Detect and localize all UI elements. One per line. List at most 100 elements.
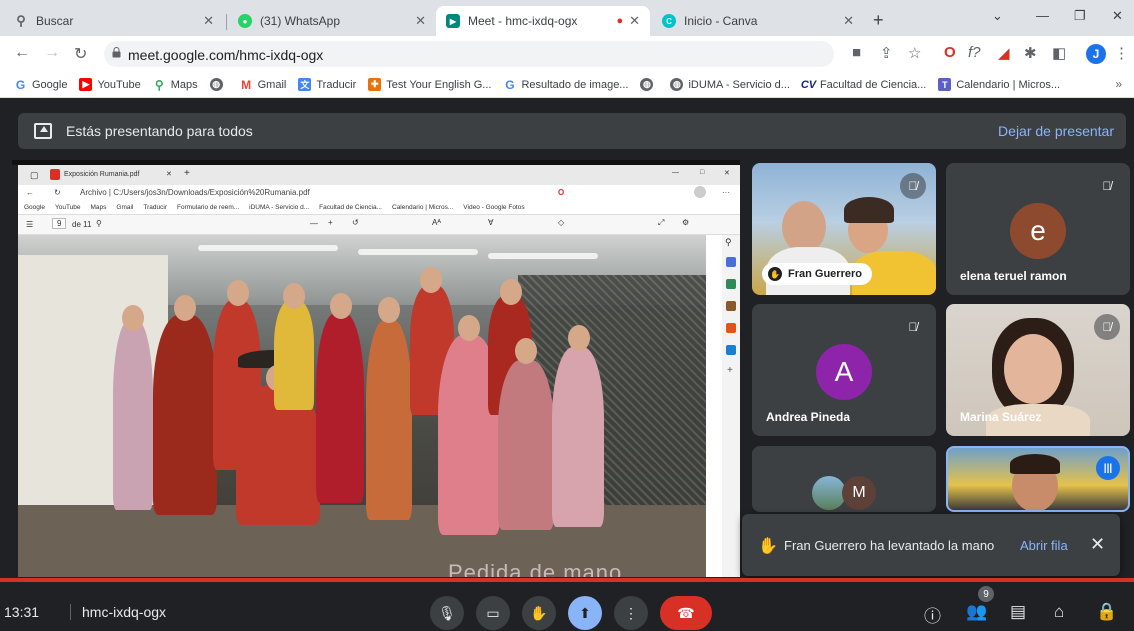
- forward-icon[interactable]: →: [44, 44, 60, 62]
- close-window-icon[interactable]: ✕: [1112, 8, 1123, 24]
- close-icon[interactable]: ✕: [629, 13, 640, 29]
- bookmarks-bar: G Google ▶ YouTube ⚲ Maps ◍ M Gmail 文 Traduci…: [0, 72, 1134, 98]
- raise-hand-button[interactable]: ✋: [522, 596, 556, 630]
- end-call-button[interactable]: ☎: [660, 596, 712, 630]
- profile-avatar[interactable]: J: [1086, 44, 1106, 64]
- bookmark-globe[interactable]: ◍: [209, 78, 228, 91]
- google-icon: G: [505, 77, 515, 92]
- raised-hand-toast: ✋ Fran Guerrero ha levantado la mano Abr…: [742, 514, 1120, 576]
- tab-buscar[interactable]: ⚲ Buscar ✕: [4, 6, 224, 36]
- fullscreen-icon: ⤢: [658, 218, 665, 227]
- bookmark-globe-2[interactable]: ◍: [640, 78, 658, 91]
- bookmark-facultad[interactable]: CV Facultad de Ciencia...: [800, 78, 927, 91]
- camera-button[interactable]: ▭: [476, 596, 510, 630]
- bookmark-traducir[interactable]: 文 Traducir: [298, 78, 356, 91]
- people-icon[interactable]: 👥: [966, 602, 987, 622]
- tab-canva[interactable]: C Inicio - Canva ✕: [652, 6, 864, 36]
- video-camera-icon: ▭: [486, 604, 500, 621]
- bookmark-youtube[interactable]: ▶ YouTube: [79, 78, 141, 91]
- pdf-page-total: de 11: [72, 220, 92, 229]
- browser-tab-strip: ⚲ Buscar ✕ ● (31) WhatsApp ✕ ▶ Meet - hm…: [0, 0, 1134, 36]
- side-panel-icon[interactable]: ◧: [1052, 44, 1066, 62]
- info-icon[interactable]: ⓘ: [924, 602, 941, 627]
- bookmark-label: Facultad de Ciencia...: [819, 78, 927, 91]
- shared-bookmark: YouTube: [54, 204, 81, 211]
- mic-off-icon: 🎙̸: [1094, 314, 1120, 340]
- zoom-out-icon: —: [310, 219, 318, 228]
- reload-icon[interactable]: ↻: [74, 44, 87, 64]
- bookmark-maps[interactable]: ⚲ Maps: [153, 78, 198, 92]
- bookmark-iduma[interactable]: ◍ iDUMA - Servicio d...: [670, 78, 790, 91]
- back-icon[interactable]: ←: [14, 44, 30, 62]
- mic-icon: 🎙: [438, 604, 456, 621]
- activities-icon[interactable]: ⌂: [1054, 602, 1064, 622]
- translate-icon: 文: [298, 78, 312, 91]
- slide-caption: Pedida de mano: [448, 560, 623, 577]
- shared-bookmark: Google: [24, 204, 45, 211]
- participant-tile-fran-guerrero[interactable]: 🎙̸ ✋ Fran Guerrero: [752, 163, 936, 295]
- shared-file-path: Archivo | C:/Users/jos3n/Downloads/Expos…: [80, 188, 310, 197]
- participant-name: Marina Suárez: [960, 410, 1042, 424]
- menu-kebab-icon[interactable]: ⋮: [1114, 44, 1129, 62]
- pdf-icon: [50, 169, 60, 180]
- bookmark-resultado[interactable]: G Resultado de image...: [503, 77, 629, 92]
- tab-title: Inicio - Canva: [684, 14, 758, 28]
- restore-icon[interactable]: ❐: [1074, 8, 1086, 24]
- close-icon[interactable]: ✕: [415, 13, 426, 29]
- participant-tile-m[interactable]: M: [752, 446, 936, 512]
- more-bookmarks-icon[interactable]: »: [1115, 77, 1122, 91]
- shared-window-icon: ▢: [30, 170, 39, 180]
- participant-tile-elena[interactable]: 🎙̸ e elena teruel ramon: [946, 163, 1130, 295]
- opera-extension-icon[interactable]: O: [944, 44, 956, 61]
- bookmark-label: Google: [32, 78, 68, 91]
- opera-extension-icon: O: [558, 188, 565, 197]
- bookmark-label: Resultado de image...: [521, 78, 629, 91]
- microphone-button[interactable]: 🎙: [430, 596, 464, 630]
- host-controls-icon[interactable]: 🔒: [1096, 602, 1117, 622]
- pdf-page-input: 9: [52, 218, 67, 229]
- open-queue-button[interactable]: Abrir fila: [1020, 538, 1068, 553]
- globe-icon: ◍: [670, 78, 684, 91]
- edge-sidebar: ⚲ +: [722, 235, 740, 577]
- add-icon: +: [727, 365, 733, 376]
- close-icon[interactable]: ✕: [1090, 534, 1105, 555]
- participant-tile-andrea[interactable]: 🎙̸ A Andrea Pineda: [752, 304, 936, 436]
- minimize-icon[interactable]: —: [1036, 8, 1049, 23]
- formula-extension-icon[interactable]: f?: [968, 44, 981, 61]
- address-bar[interactable]: meet.google.com/hmc-ixdq-ogx: [104, 41, 834, 67]
- tab-meet[interactable]: ▶ Meet - hmc-ixdq-ogx ● ✕: [436, 6, 650, 36]
- shared-tab-title: Exposición Rumania.pdf: [64, 171, 140, 178]
- hand-icon: ✋: [530, 604, 548, 621]
- new-tab-icon[interactable]: +: [873, 10, 884, 31]
- tab-title: (31) WhatsApp: [260, 14, 341, 28]
- shared-bookmark: Calendario | Micros...: [392, 204, 454, 211]
- camera-icon[interactable]: ■: [852, 44, 861, 61]
- tab-whatsapp[interactable]: ● (31) WhatsApp ✕: [228, 6, 436, 36]
- present-button[interactable]: ⬆: [568, 596, 602, 630]
- participant-name: elena teruel ramon: [960, 269, 1067, 283]
- tab-search-chevron-icon[interactable]: ⌄: [992, 8, 1003, 24]
- stop-presenting-button[interactable]: Dejar de presentar: [998, 123, 1114, 139]
- restore-icon: □: [700, 169, 705, 176]
- settings-icon: ⚙: [682, 218, 690, 227]
- tag-extension-icon[interactable]: ◢: [998, 44, 1010, 62]
- bookmark-calendario[interactable]: T Calendario | Micros...: [938, 78, 1060, 91]
- close-icon[interactable]: ✕: [203, 13, 214, 29]
- read-aloud-icon: Aᴬ: [432, 218, 441, 227]
- cv-logo-icon: CV: [800, 78, 817, 91]
- more-options-button[interactable]: ⋮: [614, 596, 648, 630]
- participant-tile-self[interactable]: |||: [946, 446, 1130, 512]
- close-icon[interactable]: ✕: [843, 13, 854, 29]
- share-icon[interactable]: ⇪: [880, 44, 893, 62]
- bookmark-google[interactable]: G Google: [14, 78, 68, 92]
- bookmark-test-english[interactable]: ✚ Test Your English G...: [368, 78, 491, 91]
- draw-icon: ∀: [488, 218, 494, 227]
- bookmark-gmail[interactable]: M Gmail: [240, 78, 286, 92]
- tab-title: Meet - hmc-ixdq-ogx: [468, 14, 578, 28]
- mic-off-icon: 🎙̸: [1094, 173, 1120, 199]
- extensions-puzzle-icon[interactable]: ✱: [1024, 44, 1037, 62]
- chat-icon[interactable]: ▤: [1010, 602, 1026, 622]
- participant-tile-marina[interactable]: 🎙̸ Marina Suárez: [946, 304, 1130, 436]
- bookmark-star-icon[interactable]: ☆: [908, 44, 921, 62]
- whatsapp-icon: ●: [238, 14, 252, 28]
